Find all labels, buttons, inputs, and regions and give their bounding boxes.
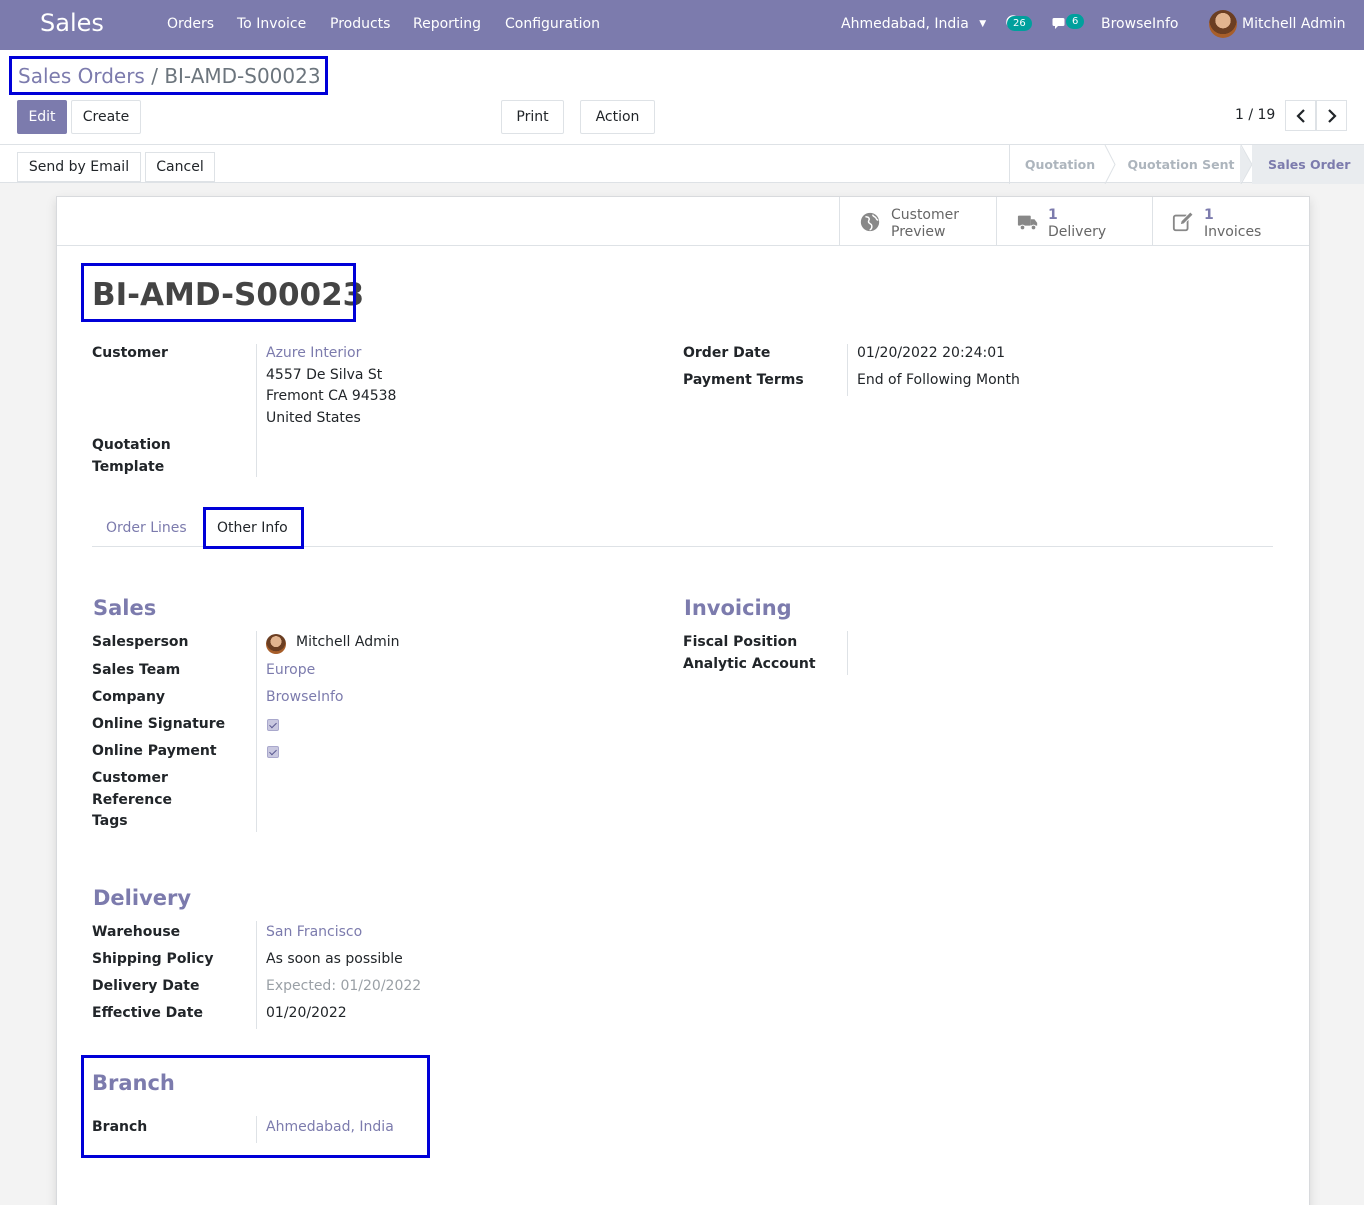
sales-team-link[interactable]: Europe [266,660,315,682]
stage-quotation[interactable]: Quotation [1010,145,1110,184]
branch-switcher[interactable]: Ahmedabad, India ▼ [841,16,986,32]
message-badge: 6 [1066,14,1085,29]
company-switcher[interactable]: BrowseInfo [1101,16,1178,32]
stage-quotation-sent[interactable]: Quotation Sent [1116,145,1246,184]
menu-configuration[interactable]: Configuration [505,16,600,32]
payment-terms-label: Payment Terms [683,372,804,388]
smart-button-box: Customer Preview 1 Delivery 1 Invoices [57,197,1309,246]
delivery-count: 1 [1048,207,1058,223]
tags-label: Tags [92,813,128,829]
activity-badge: 26 [1007,16,1032,31]
edit-button[interactable]: Edit [17,100,67,134]
truck-icon [1017,215,1038,231]
delivery-section-title: Delivery [93,886,192,910]
customer-link[interactable]: Azure Interior [266,343,361,365]
customer-address-line: Fremont CA 94538 [266,388,397,404]
customer-address-line: 4557 De Silva St [266,367,383,383]
globe-icon [860,212,880,232]
preview-label-2: Preview [891,224,946,240]
online-signature-label: Online Signature [92,716,226,732]
menu-orders[interactable]: Orders [167,16,214,32]
shipping-policy-value: As soon as possible [266,951,403,967]
customer-label: Customer [92,345,168,361]
invoices-smart-button[interactable]: 1 Invoices [1152,197,1309,246]
effective-date-value: 01/20/2022 [266,1005,347,1021]
chevron-left-icon [1295,108,1305,123]
fiscal-position-label: Fiscal Position [683,634,798,650]
tab-order-lines[interactable]: Order Lines [106,520,187,536]
action-button[interactable]: Action [580,100,655,134]
preview-label-1: Customer [891,207,960,223]
delivery-date-value: Expected: 01/20/2022 [266,978,422,994]
customer-reference-label: Customer Reference [92,770,173,808]
shipping-policy-label: Shipping Policy [92,951,214,967]
customer-divider [256,344,257,477]
menu-products[interactable]: Products [330,16,390,32]
order-date-label: Order Date [683,345,771,361]
delivery-divider [256,921,257,1029]
create-button[interactable]: Create [71,100,141,134]
pencil-square-icon [1172,211,1194,232]
customer-preview-button[interactable]: Customer Preview [839,197,996,246]
online-signature-checkbox [267,719,279,731]
status-bar: Send by Email Cancel Quotation Quotation… [0,144,1364,184]
delivery-date-label: Delivery Date [92,978,200,994]
cancel-order-button[interactable]: Cancel [145,152,215,182]
menu-to-invoice[interactable]: To Invoice [237,16,306,32]
delivery-label: Delivery [1048,224,1107,240]
caret-down-icon: ▼ [979,19,987,29]
online-payment-label: Online Payment [92,743,217,759]
form-sheet: Customer Preview 1 Delivery 1 Invoices BI-A… [56,196,1310,1205]
app-name[interactable]: Sales [40,9,104,37]
invoices-label: Invoices [1204,224,1262,240]
menu-reporting[interactable]: Reporting [413,16,481,32]
invoicing-section-title: Invoicing [684,596,792,620]
order-date-divider [847,344,848,396]
effective-date-label: Effective Date [92,1005,203,1021]
user-avatar[interactable] [1209,10,1237,38]
send-by-email-button[interactable]: Send by Email [17,152,141,182]
chevron-right-icon [1327,108,1337,123]
title-highlight-box [81,263,356,322]
control-panel: Sales Orders / BI-AMD-S00023 Edit Create… [0,50,1364,184]
company-label: Company [92,689,166,705]
invoicing-divider [847,631,848,675]
warehouse-label: Warehouse [92,924,181,940]
pager-next-button[interactable] [1316,100,1347,131]
sales-section-title: Sales [93,596,157,620]
branch-switcher-label: Ahmedabad, India [841,16,969,32]
salesperson-value: Mitchell Admin [296,634,400,650]
invoices-count: 1 [1204,207,1214,223]
print-button[interactable]: Print [501,100,564,134]
branch-highlight-box [81,1055,430,1158]
user-menu[interactable]: Mitchell Admin [1242,16,1346,32]
analytic-account-label: Analytic Account [683,656,816,672]
warehouse-link[interactable]: San Francisco [266,922,362,944]
quotation-template-label: Quotation Template [92,437,171,475]
top-navbar: Sales Orders To Invoice Products Reporti… [0,0,1364,50]
pager-previous-button[interactable] [1285,100,1316,131]
tab-highlight-box [203,507,304,549]
salesperson-label: Salesperson [92,634,189,650]
breadcrumb-highlight-box [9,56,328,95]
delivery-smart-button[interactable]: 1 Delivery [996,197,1152,246]
customer-address-line: United States [266,410,361,426]
online-payment-checkbox [267,746,279,758]
sales-divider [256,631,257,832]
sales-team-label: Sales Team [92,662,181,678]
payment-terms-value: End of Following Month [857,372,1020,388]
salesperson-avatar [266,634,286,654]
company-link[interactable]: BrowseInfo [266,687,343,709]
stage-sales-order[interactable]: Sales Order [1252,145,1364,184]
order-date-value: 01/20/2022 20:24:01 [857,345,1006,361]
stage-arrow-1 [1104,145,1116,184]
pager-value[interactable]: 1 / 19 [1235,107,1275,123]
